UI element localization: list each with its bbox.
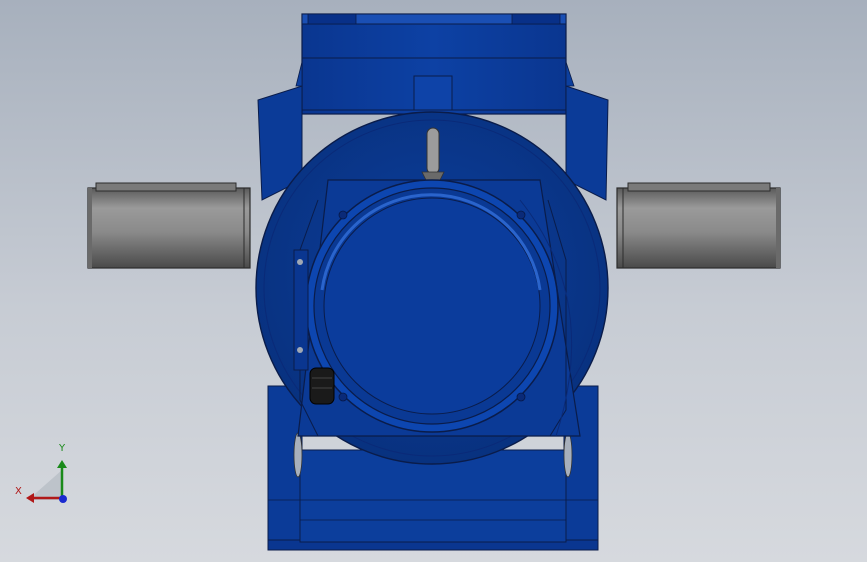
gearbox-model[interactable] [0,0,867,562]
x-axis-label: X [15,486,22,497]
left-output-shaft[interactable] [87,182,251,269]
y-axis-label: Y [59,443,66,454]
right-output-shaft[interactable] [616,182,781,269]
coordinate-triad[interactable] [10,440,80,510]
graphics-viewport[interactable]: Y X [0,0,867,562]
z-axis-dot [59,495,67,503]
top-housing[interactable] [301,13,567,115]
